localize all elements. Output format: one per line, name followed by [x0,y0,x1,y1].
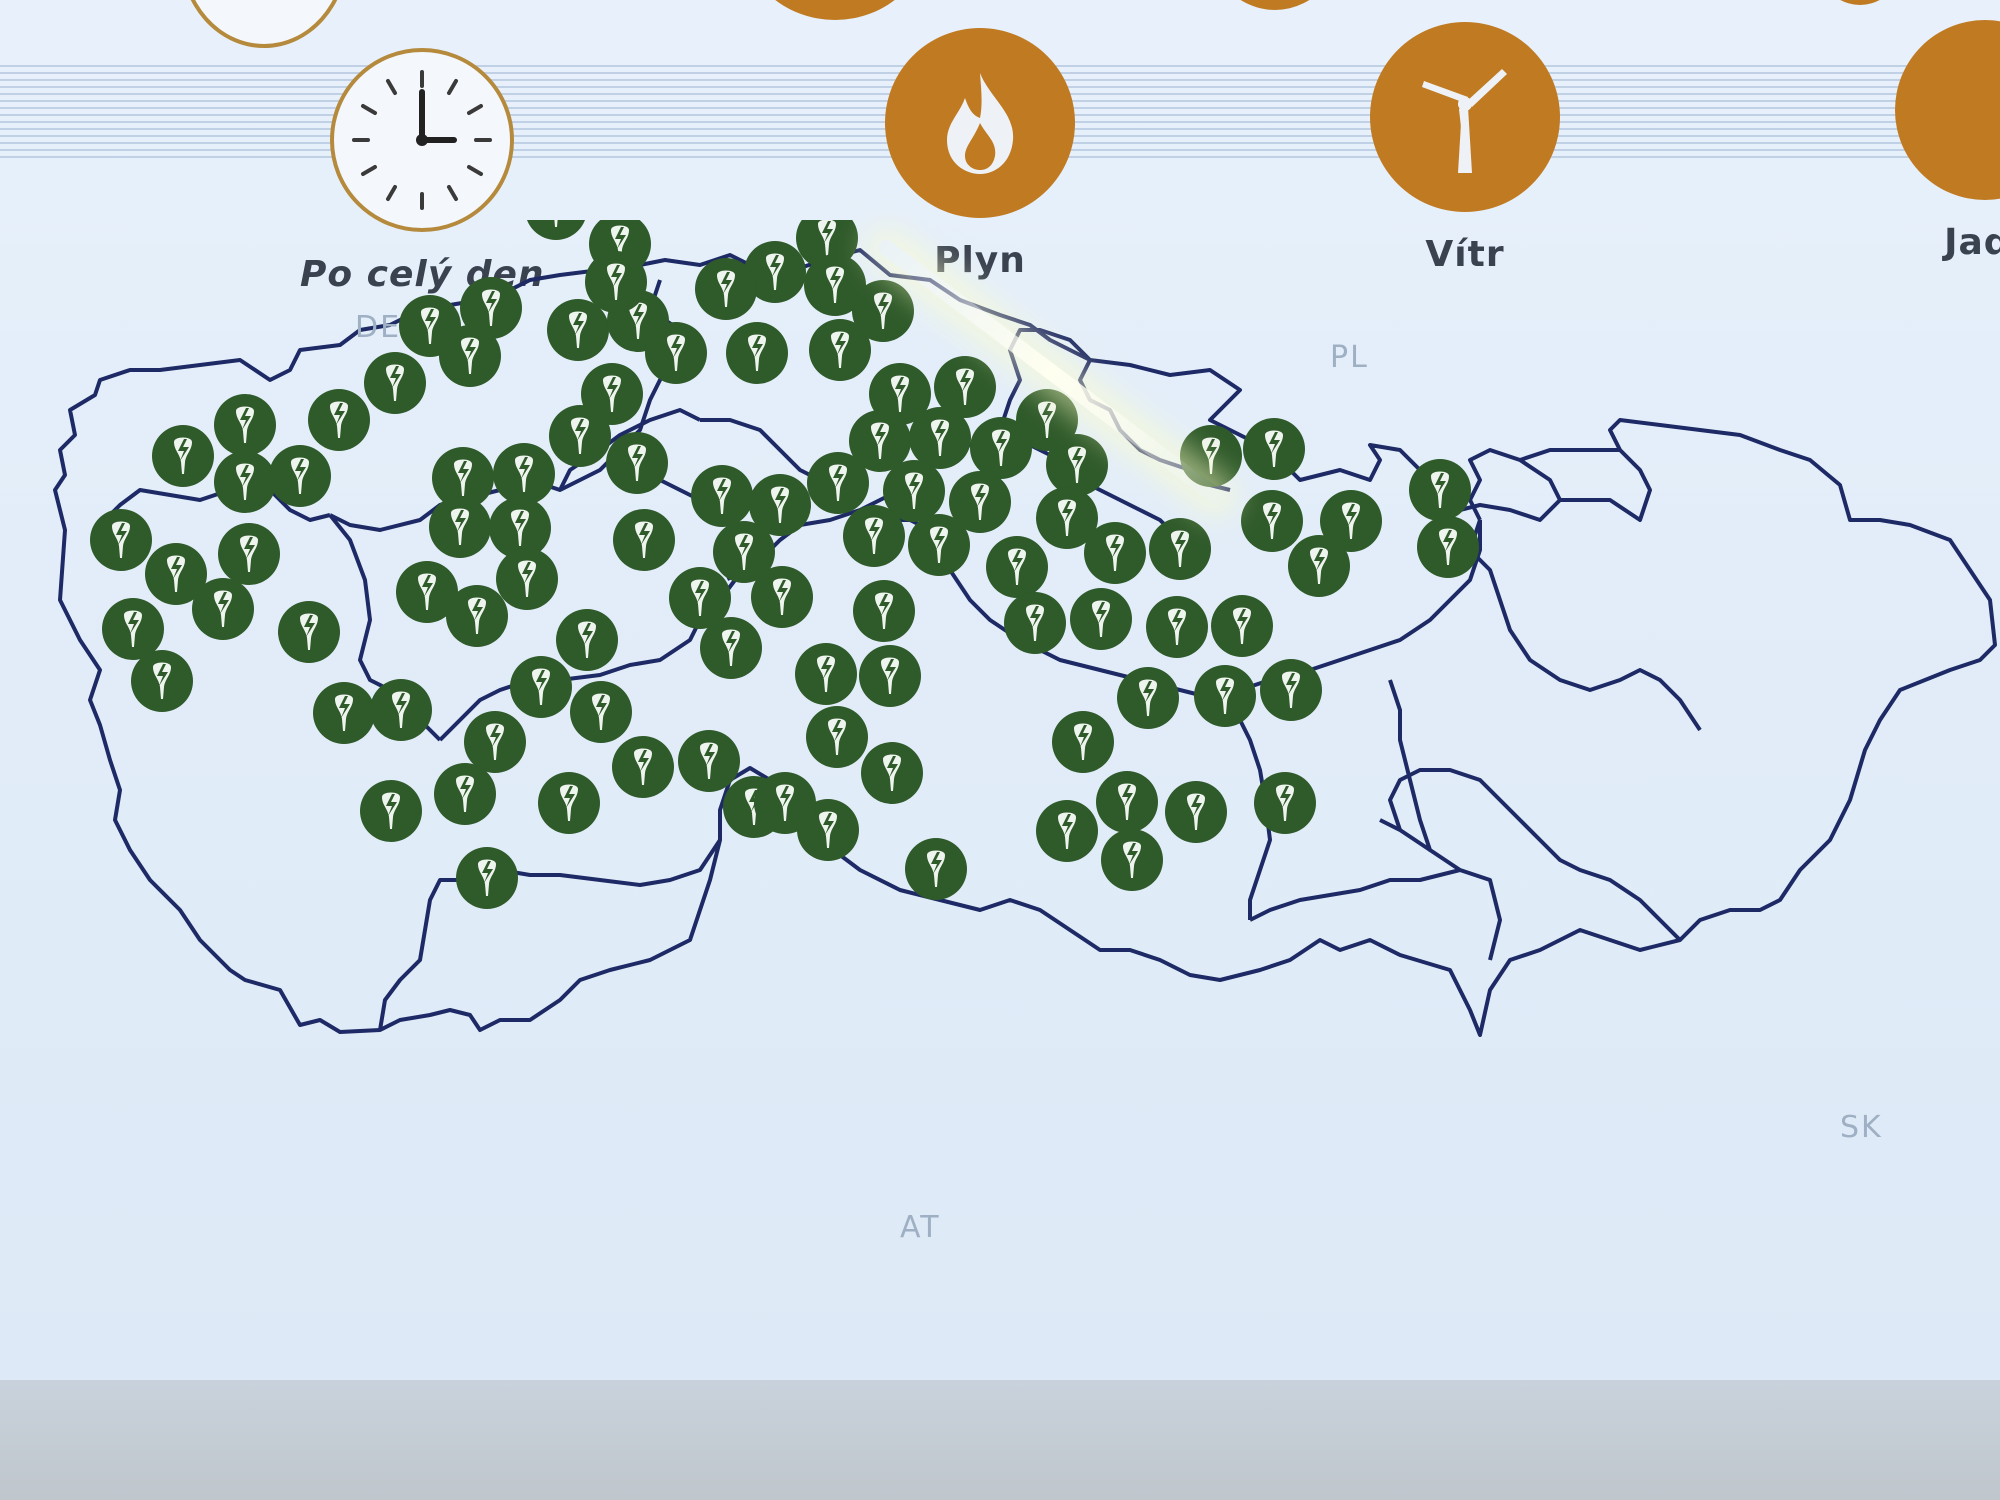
power-plant-marker[interactable] [809,319,871,381]
power-plant-marker[interactable] [1417,516,1479,578]
power-plant-marker[interactable] [152,425,214,487]
neighbour-label-pl: PL [1330,340,1369,375]
power-plant-marker[interactable] [807,452,869,514]
power-plant-marker[interactable] [859,645,921,707]
power-plant-marker[interactable] [525,178,587,240]
power-plant-marker[interactable] [570,681,632,743]
power-plant-marker[interactable] [908,514,970,576]
flame-icon [885,28,1075,218]
power-plant-marker[interactable] [439,325,501,387]
power-plant-marker[interactable] [90,509,152,571]
power-plant-marker[interactable] [429,496,491,558]
power-plant-marker[interactable] [364,352,426,414]
power-plant-marker[interactable] [308,389,370,451]
power-plant-marker[interactable] [1004,592,1066,654]
power-plant-marker[interactable] [1117,667,1179,729]
nuclear-icon [1895,20,2000,200]
power-plant-marker[interactable] [1036,800,1098,862]
power-plant-marker[interactable] [102,598,164,660]
czech-map: DE PL AT SK [0,178,2000,1370]
power-plant-marker[interactable] [645,322,707,384]
power-plant-marker[interactable] [549,405,611,467]
power-plant-marker[interactable] [1101,829,1163,891]
power-plant-marker[interactable] [434,763,496,825]
source-button-partial[interactable] [1800,0,1920,5]
power-plant-marker[interactable] [493,443,555,505]
power-plant-marker[interactable] [986,536,1048,598]
app-screen: Po celý den Plyn Vítr Jade [0,0,2000,1380]
power-plant-marker[interactable] [795,643,857,705]
source-button-partial[interactable] [740,0,930,20]
power-plant-marker[interactable] [510,656,572,718]
power-plant-marker[interactable] [214,451,276,513]
power-plant-marker[interactable] [1096,771,1158,833]
power-plant-marker[interactable] [1070,588,1132,650]
power-plant-marker[interactable] [1194,665,1256,727]
wind-turbine-icon [1370,22,1560,212]
power-plant-marker[interactable] [370,679,432,741]
power-plant-marker[interactable] [1046,434,1108,496]
power-plant-marker[interactable] [853,580,915,642]
power-plant-marker[interactable] [695,258,757,320]
power-plant-marker[interactable] [1211,595,1273,657]
power-plant-marker[interactable] [218,523,280,585]
power-plant-marker[interactable] [278,601,340,663]
power-plant-marker[interactable] [556,609,618,671]
power-plant-marker[interactable] [585,251,647,313]
power-plant-marker[interactable] [678,730,740,792]
power-plant-marker[interactable] [456,847,518,909]
device-bezel [0,1380,2000,1500]
power-plant-marker[interactable] [806,706,868,768]
power-plant-marker[interactable] [691,465,753,527]
power-plant-marker[interactable] [192,578,254,640]
power-plant-marker[interactable] [1243,418,1305,480]
power-plant-marker[interactable] [1149,518,1211,580]
clock-icon [330,48,515,232]
power-plant-marker[interactable] [313,682,375,744]
power-plant-marker[interactable] [1254,772,1316,834]
power-plant-marker[interactable] [754,772,816,834]
power-plant-marker[interactable] [726,322,788,384]
neighbour-label-sk: SK [1840,1110,1883,1145]
power-plant-marker[interactable] [1241,490,1303,552]
power-plant-marker[interactable] [970,417,1032,479]
power-plant-marker[interactable] [538,772,600,834]
power-plant-marker[interactable] [612,736,674,798]
power-plant-marker[interactable] [1146,596,1208,658]
power-plant-marker[interactable] [496,548,558,610]
power-plant-marker[interactable] [843,505,905,567]
power-plant-marker[interactable] [1260,659,1322,721]
power-plant-marker[interactable] [606,432,668,494]
power-plant-marker[interactable] [909,407,971,469]
power-plant-marker[interactable] [1052,711,1114,773]
power-plant-marker[interactable] [1165,781,1227,843]
source-button-partial[interactable] [1200,0,1350,10]
power-plant-marker[interactable] [861,742,923,804]
power-plant-marker[interactable] [905,838,967,900]
power-plant-marker[interactable] [1288,535,1350,597]
power-plant-marker[interactable] [131,650,193,712]
power-plant-marker[interactable] [269,445,331,507]
clock-button-partial[interactable] [180,0,348,48]
neighbour-label-de: DE [355,310,402,345]
power-plant-marker[interactable] [214,394,276,456]
power-plant-marker[interactable] [464,711,526,773]
power-plant-marker[interactable] [360,780,422,842]
power-plant-marker[interactable] [1084,522,1146,584]
power-plant-marker[interactable] [1409,459,1471,521]
power-plant-marker[interactable] [700,617,762,679]
power-plant-marker[interactable] [446,585,508,647]
power-plant-marker[interactable] [751,566,813,628]
power-plant-marker[interactable] [613,509,675,571]
neighbour-label-at: AT [900,1210,941,1245]
